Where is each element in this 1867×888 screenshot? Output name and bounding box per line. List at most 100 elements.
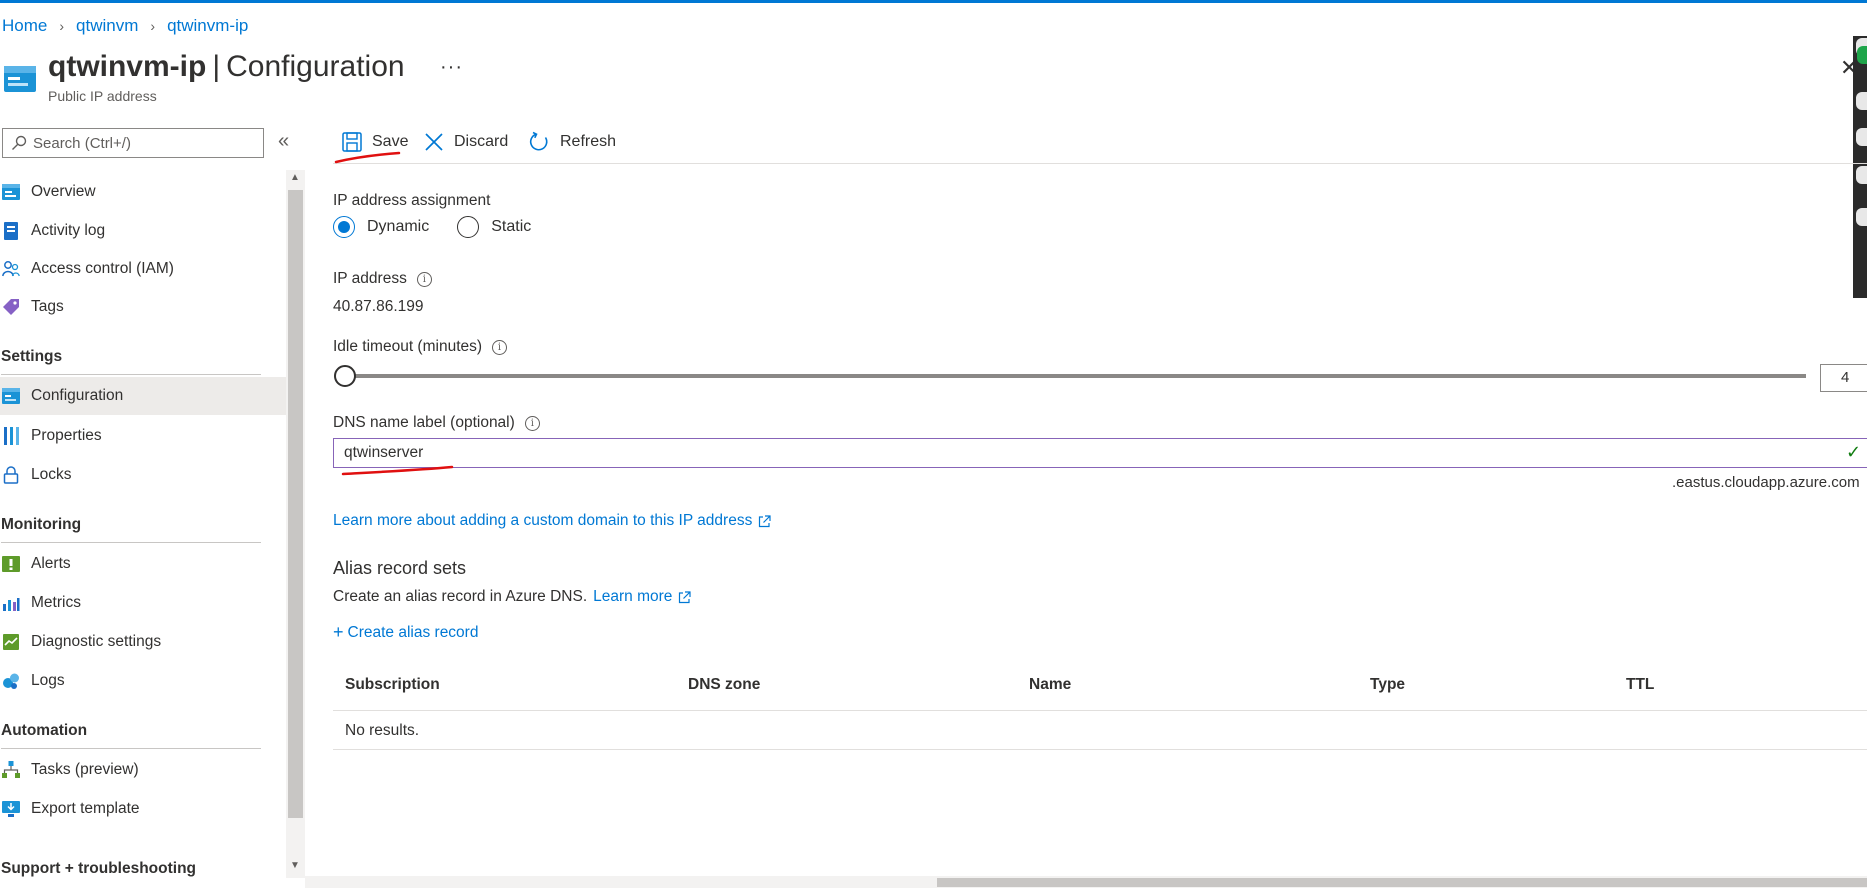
sidebar-item-properties[interactable]: Properties: [0, 417, 286, 455]
idle-timeout-input[interactable]: 4: [1820, 364, 1867, 392]
section-settings: Settings: [1, 348, 261, 375]
section-automation: Automation: [1, 722, 261, 749]
create-alias-record-button[interactable]: + Create alias record: [333, 622, 478, 643]
dynamic-radio-label[interactable]: Dynamic: [367, 218, 429, 236]
ip-address-label: IP address i: [333, 270, 432, 288]
custom-domain-link-text[interactable]: Learn more about adding a custom domain …: [333, 512, 752, 530]
breadcrumb: Home › qtwinvm › qtwinvm-ip: [2, 16, 248, 36]
column-header-dns-zone[interactable]: DNS zone: [688, 676, 760, 694]
idle-timeout-slider[interactable]: [334, 365, 1806, 387]
sidebar-item-tasks[interactable]: Tasks (preview): [0, 751, 286, 789]
breadcrumb-ip[interactable]: qtwinvm-ip: [167, 16, 248, 36]
public-ip-icon: [4, 66, 36, 92]
edge-app-icon: [1856, 92, 1867, 110]
overview-icon: [1, 182, 21, 202]
breadcrumb-home[interactable]: Home: [2, 16, 47, 36]
sidebar-item-label: Tags: [31, 298, 64, 315]
column-header-name[interactable]: Name: [1029, 676, 1071, 694]
edge-app-icon: [1856, 166, 1867, 184]
save-icon: [342, 132, 362, 152]
alias-section-title: Alias record sets: [333, 558, 467, 578]
refresh-label: Refresh: [560, 133, 617, 150]
search-placeholder: Search (Ctrl+/): [33, 134, 131, 152]
refresh-button[interactable]: Refresh: [528, 128, 616, 156]
idle-timeout-label-text: Idle timeout (minutes): [333, 338, 483, 355]
column-header-type[interactable]: Type: [1370, 676, 1405, 694]
sidebar-item-configuration[interactable]: Configuration: [0, 377, 286, 415]
info-icon[interactable]: i: [492, 339, 508, 355]
alias-description-text: Create an alias record in Azure DNS.: [333, 588, 588, 605]
sidebar-item-locks[interactable]: Locks: [0, 456, 286, 494]
sidebar: Overview Activity log Access control (IA…: [0, 170, 286, 878]
sidebar-scrollbar[interactable]: ▲ ▼: [286, 170, 305, 878]
alias-learn-more-link[interactable]: Learn more: [593, 588, 672, 606]
slider-handle[interactable]: [334, 365, 356, 387]
scrollbar-thumb[interactable]: [288, 190, 303, 818]
sidebar-item-label: Access control (IAM): [31, 260, 174, 277]
scrollbar-thumb[interactable]: [937, 878, 1867, 887]
external-link-icon: [759, 514, 771, 527]
sidebar-item-logs[interactable]: Logs: [0, 662, 286, 700]
metrics-icon: [1, 593, 21, 613]
logs-icon: [1, 671, 21, 691]
scroll-up-icon[interactable]: ▲: [290, 172, 300, 183]
collapse-sidebar-icon[interactable]: «: [278, 130, 289, 153]
sidebar-item-label: Locks: [31, 466, 72, 483]
sidebar-item-alerts[interactable]: Alerts: [0, 545, 286, 583]
create-alias-label: Create alias record: [347, 623, 479, 641]
dns-suffix: .eastus.cloudapp.azure.com: [1672, 474, 1860, 491]
lock-icon: [1, 465, 21, 485]
idle-timeout-label: Idle timeout (minutes) i: [333, 338, 508, 356]
sidebar-search-input[interactable]: Search (Ctrl+/): [2, 128, 264, 158]
sidebar-item-label: Export template: [31, 800, 140, 817]
dynamic-radio[interactable]: [333, 216, 355, 238]
people-icon: [1, 259, 21, 279]
external-link-icon: [679, 590, 692, 603]
dns-name-input[interactable]: qtwinserver: [333, 438, 1867, 468]
title-separator: |: [212, 50, 221, 83]
diagnostic-settings-icon: [1, 632, 21, 652]
top-accent-bar: [0, 0, 1867, 3]
sidebar-item-label: Metrics: [31, 594, 81, 611]
sidebar-item-diagnostic-settings[interactable]: Diagnostic settings: [0, 623, 286, 661]
sidebar-item-access-control[interactable]: Access control (IAM): [0, 250, 286, 288]
more-options-icon[interactable]: ···: [440, 56, 463, 79]
page-title: qtwinvm-ip | Configuration: [48, 50, 405, 84]
sidebar-item-activity-log[interactable]: Activity log: [0, 212, 286, 250]
table-header-divider: [333, 710, 1867, 711]
sidebar-item-export-template[interactable]: Export template: [0, 790, 286, 828]
static-radio-label[interactable]: Static: [491, 218, 531, 236]
tasks-icon: [1, 760, 21, 780]
info-icon[interactable]: i: [524, 415, 540, 431]
alias-description: Create an alias record in Azure DNS. Lea…: [333, 588, 692, 606]
section-support: Support + troubleshooting: [1, 860, 197, 877]
chevron-right-icon: ›: [59, 18, 65, 34]
refresh-icon: [529, 131, 548, 151]
save-button[interactable]: Save: [342, 128, 408, 156]
sidebar-item-overview[interactable]: Overview: [0, 173, 286, 211]
plus-icon: +: [333, 622, 344, 642]
horizontal-scrollbar[interactable]: [305, 876, 1867, 888]
ip-address-label-text: IP address: [333, 270, 407, 287]
ip-address-value: 40.87.86.199: [333, 298, 424, 315]
table-bottom-divider: [333, 749, 1867, 750]
static-radio[interactable]: [457, 216, 480, 238]
configuration-icon: [1, 386, 21, 406]
edge-app-icon: [1857, 46, 1867, 64]
sidebar-item-tags[interactable]: Tags: [0, 288, 286, 326]
sidebar-item-metrics[interactable]: Metrics: [0, 584, 286, 622]
scroll-down-icon[interactable]: ▼: [290, 860, 300, 871]
discard-button[interactable]: Discard: [424, 128, 508, 156]
section-monitoring: Monitoring: [1, 516, 261, 543]
sidebar-item-label: Alerts: [31, 555, 71, 572]
column-header-ttl[interactable]: TTL: [1626, 676, 1654, 694]
sidebar-item-label: Logs: [31, 672, 65, 689]
save-label: Save: [372, 133, 409, 150]
edge-app-icon: [1856, 208, 1867, 226]
custom-domain-link[interactable]: Learn more about adding a custom domain …: [333, 512, 771, 530]
sidebar-item-label: Diagnostic settings: [31, 633, 162, 650]
info-icon[interactable]: i: [416, 271, 432, 287]
dns-label-text: DNS name label (optional): [333, 414, 515, 431]
breadcrumb-vm[interactable]: qtwinvm: [76, 16, 138, 36]
column-header-subscription[interactable]: Subscription: [345, 676, 440, 694]
